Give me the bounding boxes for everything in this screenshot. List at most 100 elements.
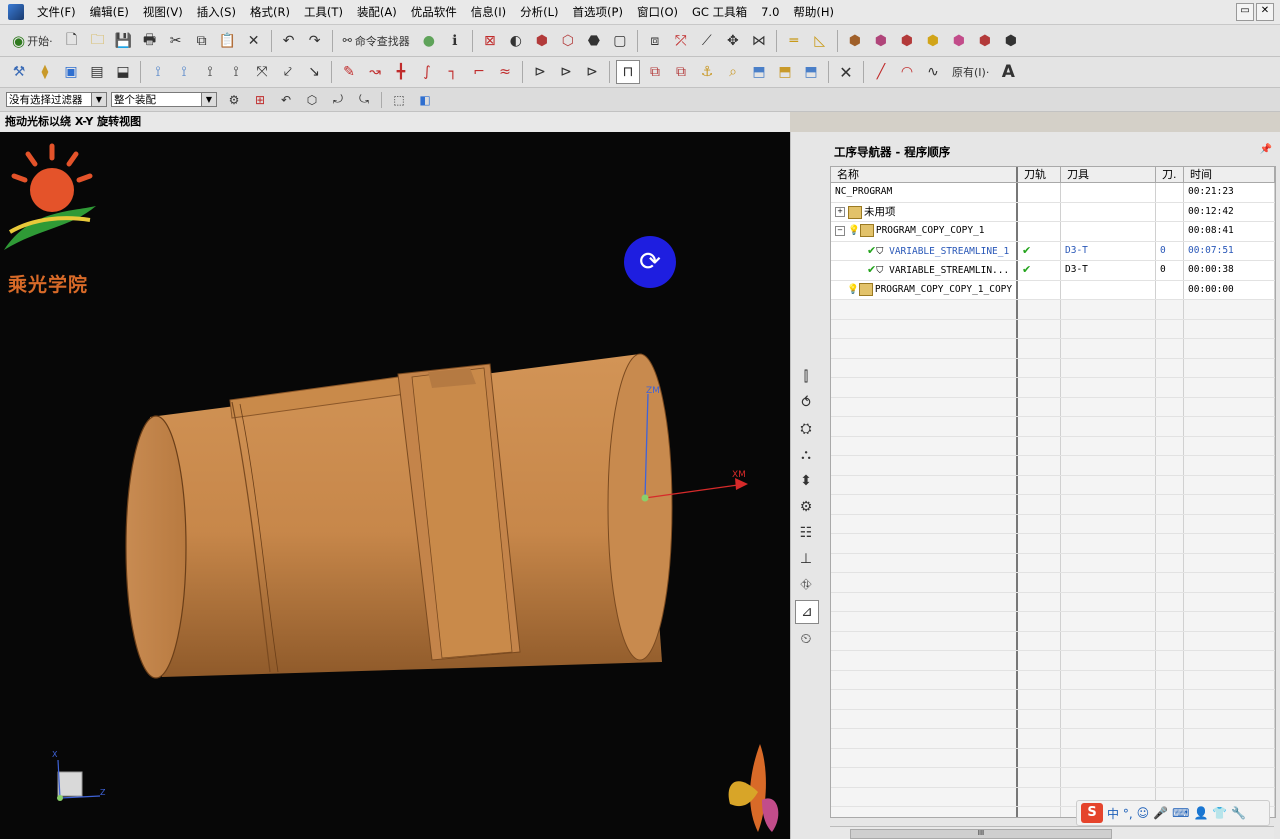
feature-icon[interactable]: ⧫ [34, 61, 56, 83]
info-icon[interactable]: ℹ [444, 30, 466, 52]
arc-icon[interactable]: ◠ [896, 61, 918, 83]
menu-youpin[interactable]: 优品软件 [404, 4, 464, 20]
table-row[interactable]: + 未用项 00:12:42 [831, 202, 1275, 222]
menu-format[interactable]: 格式(R) [243, 4, 297, 20]
assembly-navigator-icon[interactable]: ⫿ [795, 366, 817, 388]
menu-file[interactable]: 文件(F) [30, 4, 83, 20]
spline-icon[interactable]: ∫ [416, 61, 438, 83]
emoji-icon[interactable]: ☺ [1137, 806, 1150, 820]
part-navigator-icon[interactable]: ⛭ [795, 418, 817, 440]
snap-mode-dropdown[interactable]: 原有(I)· [948, 61, 993, 83]
select-box-icon[interactable]: ⬡ [301, 89, 323, 111]
open-folder-icon[interactable]: 🗀 [87, 30, 109, 52]
cross-icon[interactable]: ╋ [390, 61, 412, 83]
table-row[interactable]: ✔⛉ VARIABLE_STREAMLINE_1 ✔ D3-T 0 00:07:… [831, 241, 1275, 261]
column-tool[interactable]: 刀具 [1061, 167, 1156, 182]
gear-filter-icon[interactable]: ⚙ [223, 89, 245, 111]
corner-icon[interactable]: ┐ [442, 61, 464, 83]
start-button[interactable]: ◉ 开始· [8, 30, 57, 52]
cam-create-method-icon[interactable]: ⬢ [922, 30, 944, 52]
roles-icon[interactable]: ☷ [795, 522, 817, 544]
cam-create-program-icon[interactable]: ⬢ [844, 30, 866, 52]
save-icon[interactable]: 💾 [113, 30, 135, 52]
toolpath-blade-icon[interactable]: ⬒ [748, 61, 770, 83]
toolpath-replay-icon[interactable]: ⧉ [644, 61, 666, 83]
menu-view[interactable]: 视图(V) [136, 4, 190, 20]
blue-block-icon[interactable]: ▣ [60, 61, 82, 83]
system-materials-icon[interactable]: ⛗ [795, 574, 817, 596]
sogou-logo-icon[interactable]: S [1081, 803, 1103, 823]
rotate-view-icon[interactable]: ⟳ [624, 236, 676, 288]
pin-icon[interactable]: 📌 [1260, 144, 1272, 155]
print-icon[interactable]: 🖶 [139, 30, 161, 52]
history-clock-icon[interactable]: ⏲ [795, 628, 817, 650]
cut-icon[interactable]: ✂ [165, 30, 187, 52]
line-arc-icon[interactable]: ↝ [364, 61, 386, 83]
scrollbar-thumb[interactable]: III [850, 829, 1112, 839]
horizontal-scrollbar[interactable]: III [830, 826, 1274, 839]
menu-preferences[interactable]: 首选项(P) [566, 4, 630, 20]
table-row[interactable]: − 💡 PROGRAM_COPY_COPY_1 00:08:41 [831, 222, 1275, 242]
surface-1-icon[interactable]: ⊳ [529, 61, 551, 83]
column-name[interactable]: 名称 [831, 167, 1018, 182]
selection-scope-select[interactable]: 整个装配 ▼ [111, 92, 217, 107]
column-time[interactable]: 时间 [1184, 167, 1275, 182]
wrench-icon[interactable]: 🔧 [1231, 806, 1246, 820]
redo-icon[interactable]: ↷ [304, 30, 326, 52]
cam-create-tool-icon[interactable]: ⬢ [870, 30, 892, 52]
bridge-tool-icon[interactable]: ↘ [303, 61, 325, 83]
layer-icon[interactable]: ⧈ [644, 30, 666, 52]
toolpath-clock-icon[interactable]: ⌕ [722, 61, 744, 83]
toolpath-edit-icon[interactable]: ⬒ [774, 61, 796, 83]
offset-curve-icon[interactable]: ≈ [494, 61, 516, 83]
skin-icon[interactable]: 👕 [1212, 806, 1227, 820]
table-row[interactable]: NC_PROGRAM 00:21:23 [831, 183, 1275, 203]
cam-create-geometry-icon[interactable]: ⬢ [896, 30, 918, 52]
new-file-icon[interactable]: 🗋 [61, 30, 83, 52]
cam-generate-icon[interactable]: ⬢ [974, 30, 996, 52]
delete-icon[interactable]: ✕ [243, 30, 265, 52]
shaded-sphere-icon[interactable]: ◐ [505, 30, 527, 52]
reuse-library-icon[interactable]: ⛬ [795, 444, 817, 466]
undo-icon[interactable]: ↶ [278, 30, 300, 52]
extrude-icon[interactable]: ⬓ [112, 61, 134, 83]
surface-2-icon[interactable]: ⊳ [555, 61, 577, 83]
curve-tool-4-icon[interactable]: ⟟ [225, 61, 247, 83]
studio-spline-icon[interactable]: ∿ [922, 61, 944, 83]
edge-solid-icon[interactable]: ⬣ [583, 30, 605, 52]
select-loop-icon[interactable]: ⤿ [353, 89, 375, 111]
expand-plus-icon[interactable]: + [835, 207, 845, 217]
constraint-navigator-icon[interactable]: ⥀ [795, 392, 817, 414]
fit-view-icon[interactable]: ⊠ [479, 30, 501, 52]
menu-help[interactable]: 帮助(H) [786, 4, 841, 20]
curve-tool-2-icon[interactable]: ⟟ [173, 61, 195, 83]
menu-window[interactable]: 窗口(O) [630, 4, 685, 20]
type-filter-select[interactable]: 没有选择过滤器 ▼ [6, 92, 107, 107]
table-row[interactable]: ✔⛉ VARIABLE_STREAMLIN... ✔ D3-T 0 00:00:… [831, 261, 1275, 281]
menu-edit[interactable]: 编辑(E) [83, 4, 136, 20]
shaded-solid-icon[interactable]: ⬢ [531, 30, 553, 52]
select-undo-icon[interactable]: ↶ [275, 89, 297, 111]
history-icon[interactable]: ⊥ [795, 548, 817, 570]
trim-tool-icon[interactable]: ⤧ [251, 61, 273, 83]
snap-point-icon[interactable]: ✥ [722, 30, 744, 52]
restore-icon[interactable]: ▭ [1236, 3, 1254, 21]
blue-cube-icon[interactable]: ◧ [414, 89, 436, 111]
text-icon[interactable]: A [997, 61, 1019, 83]
curve-tool-3-icon[interactable]: ⟟ [199, 61, 221, 83]
menu-gc-toolbox[interactable]: GC 工具箱 [685, 4, 754, 20]
collapse-minus-icon[interactable]: − [835, 225, 845, 236]
microphone-icon[interactable]: 🎤 [1153, 806, 1168, 820]
measure-icon[interactable]: ⟋ [696, 30, 718, 52]
toolpath-anchor-icon[interactable]: ⚓ [696, 61, 718, 83]
wcs-icon[interactable]: ⤱ [670, 30, 692, 52]
column-path[interactable]: 刀轨 [1018, 167, 1061, 182]
surface-3-icon[interactable]: ⊳ [581, 61, 603, 83]
cam-create-operation-icon[interactable]: ⬢ [948, 30, 970, 52]
user-icon[interactable]: 👤 [1193, 806, 1208, 820]
curve-tool-1-icon[interactable]: ⟟ [147, 61, 169, 83]
snap-point-icon[interactable]: ⊞ [249, 89, 271, 111]
background-icon[interactable]: ▢ [609, 30, 631, 52]
keyboard-icon[interactable]: ⌨ [1172, 806, 1189, 820]
menu-info[interactable]: 信息(I) [464, 4, 513, 20]
